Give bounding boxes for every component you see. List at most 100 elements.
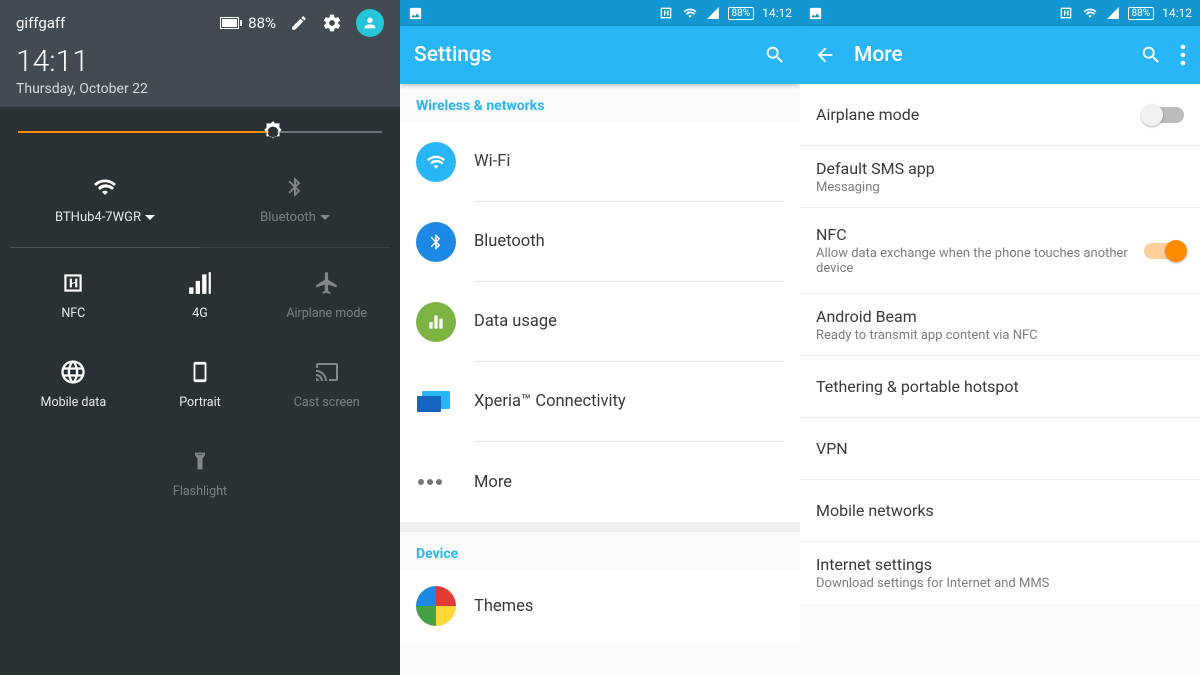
nfc-icon bbox=[60, 270, 86, 296]
settings-item-data[interactable]: Data usage bbox=[400, 282, 800, 362]
wifi-icon bbox=[425, 152, 447, 172]
brightness-icon bbox=[260, 119, 286, 145]
gear-icon[interactable] bbox=[322, 13, 342, 33]
more-panel: 88% 14:12 More Airplane mode Default SMS… bbox=[800, 0, 1200, 675]
airplane-switch[interactable] bbox=[1144, 107, 1184, 123]
battery-percent: 88% bbox=[1128, 7, 1155, 20]
signal-label: 4G bbox=[192, 306, 208, 321]
app-bar: More bbox=[800, 26, 1200, 84]
overflow-icon[interactable] bbox=[1180, 44, 1186, 66]
themes-label: Themes bbox=[474, 597, 784, 616]
signal-icon bbox=[1106, 6, 1120, 20]
mobile-data-tile[interactable]: Mobile data bbox=[10, 338, 137, 426]
clock-time[interactable]: 14:11 bbox=[16, 44, 384, 79]
nfc-tile[interactable]: NFC bbox=[10, 249, 137, 337]
page-title: More bbox=[854, 43, 1122, 67]
section-device: Device bbox=[400, 532, 800, 570]
screenshot-icon bbox=[808, 6, 823, 21]
wifi-ssid: BTHub4-7WGR bbox=[55, 210, 141, 225]
nfc-switch[interactable] bbox=[1144, 243, 1184, 259]
app-bar: Settings bbox=[400, 26, 800, 84]
avatar-icon[interactable] bbox=[356, 9, 384, 37]
nfc-label: NFC bbox=[61, 306, 85, 321]
wifi-icon bbox=[682, 6, 698, 20]
flashlight-icon bbox=[190, 447, 210, 475]
battery-indicator: 88% bbox=[220, 14, 276, 32]
more-item-vpn[interactable]: VPN bbox=[800, 418, 1200, 480]
more-item-mobile[interactable]: Mobile networks bbox=[800, 480, 1200, 542]
more-item-beam[interactable]: Android Beam Ready to transmit app conten… bbox=[800, 294, 1200, 356]
status-bar: 88% 14:12 bbox=[800, 0, 1200, 26]
signal-icon bbox=[706, 6, 720, 20]
internet-title: Internet settings bbox=[816, 555, 1184, 574]
chevron-down-icon bbox=[320, 213, 330, 223]
settings-item-xperia[interactable]: Xperia™ Connectivity bbox=[400, 362, 800, 442]
settings-item-themes[interactable]: Themes bbox=[400, 570, 800, 642]
airplane-tile[interactable]: Airplane mode bbox=[263, 249, 390, 337]
xperia-label: Xperia™ Connectivity bbox=[474, 392, 784, 411]
internet-sub: Download settings for Internet and MMS bbox=[816, 576, 1184, 591]
status-bar: 88% 14:12 bbox=[400, 0, 800, 26]
search-icon[interactable] bbox=[764, 44, 786, 66]
battery-percent: 88% bbox=[248, 14, 276, 32]
edit-icon[interactable] bbox=[290, 14, 308, 32]
wifi-icon bbox=[1082, 6, 1098, 20]
more-label: More bbox=[474, 473, 784, 492]
cast-label: Cast screen bbox=[294, 395, 360, 410]
mobile-title: Mobile networks bbox=[816, 501, 1184, 520]
cast-tile[interactable]: Cast screen bbox=[263, 338, 390, 426]
nfc-sub: Allow data exchange when the phone touch… bbox=[816, 246, 1144, 276]
more-item-nfc[interactable]: NFC Allow data exchange when the phone to… bbox=[800, 208, 1200, 294]
battery-icon bbox=[220, 17, 242, 29]
mobile-data-label: Mobile data bbox=[41, 395, 107, 410]
settings-item-bluetooth[interactable]: Bluetooth bbox=[400, 202, 800, 282]
cast-icon bbox=[312, 360, 342, 384]
signal-tile[interactable]: 4G bbox=[137, 249, 264, 337]
more-item-tether[interactable]: Tethering & portable hotspot bbox=[800, 356, 1200, 418]
data-label: Data usage bbox=[474, 312, 784, 331]
settings-item-wifi[interactable]: Wi-Fi bbox=[400, 122, 800, 202]
wifi-tile[interactable]: BTHub4-7WGR bbox=[10, 148, 200, 248]
brightness-slider[interactable] bbox=[10, 107, 390, 147]
chevron-down-icon bbox=[145, 213, 155, 223]
carrier-label: giffgaff bbox=[16, 14, 65, 32]
flashlight-label: Flashlight bbox=[173, 484, 227, 499]
portrait-label: Portrait bbox=[179, 395, 221, 410]
bluetooth-icon bbox=[284, 172, 306, 202]
settings-panel: 88% 14:12 Settings Wireless & networks W… bbox=[400, 0, 800, 675]
search-icon[interactable] bbox=[1140, 44, 1162, 66]
back-icon[interactable] bbox=[814, 44, 836, 66]
settings-item-more[interactable]: More bbox=[400, 442, 800, 522]
sms-sub: Messaging bbox=[816, 180, 1184, 195]
sms-title: Default SMS app bbox=[816, 159, 1184, 178]
more-icon bbox=[416, 477, 444, 487]
more-item-internet[interactable]: Internet settings Download settings for I… bbox=[800, 542, 1200, 604]
tether-title: Tethering & portable hotspot bbox=[816, 377, 1184, 396]
beam-sub: Ready to transmit app content via NFC bbox=[816, 328, 1184, 343]
nfc-title: NFC bbox=[816, 225, 1144, 244]
globe-icon bbox=[59, 358, 87, 386]
status-time: 14:12 bbox=[1162, 6, 1192, 20]
status-time: 14:12 bbox=[762, 6, 792, 20]
nfc-icon bbox=[658, 5, 674, 21]
more-item-sms[interactable]: Default SMS app Messaging bbox=[800, 146, 1200, 208]
clock-date[interactable]: Thursday, October 22 bbox=[16, 81, 384, 97]
nfc-icon bbox=[1058, 5, 1074, 21]
wifi-label: Wi-Fi bbox=[474, 152, 784, 171]
more-item-airplane[interactable]: Airplane mode bbox=[800, 84, 1200, 146]
portrait-tile[interactable]: Portrait bbox=[137, 338, 264, 426]
page-title: Settings bbox=[414, 43, 746, 67]
beam-title: Android Beam bbox=[816, 307, 1184, 326]
screenshot-icon bbox=[408, 6, 423, 21]
vpn-title: VPN bbox=[816, 439, 1184, 458]
airplane-label: Airplane mode bbox=[286, 306, 367, 321]
battery-percent: 88% bbox=[728, 7, 755, 20]
bluetooth-icon bbox=[427, 230, 445, 254]
data-usage-icon bbox=[426, 312, 446, 332]
section-wireless: Wireless & networks bbox=[400, 84, 800, 122]
flashlight-tile[interactable]: Flashlight bbox=[137, 427, 264, 515]
bluetooth-label: Bluetooth bbox=[474, 232, 784, 251]
bluetooth-tile[interactable]: Bluetooth bbox=[200, 148, 390, 248]
portrait-icon bbox=[189, 357, 211, 387]
bluetooth-label: Bluetooth bbox=[260, 210, 316, 225]
